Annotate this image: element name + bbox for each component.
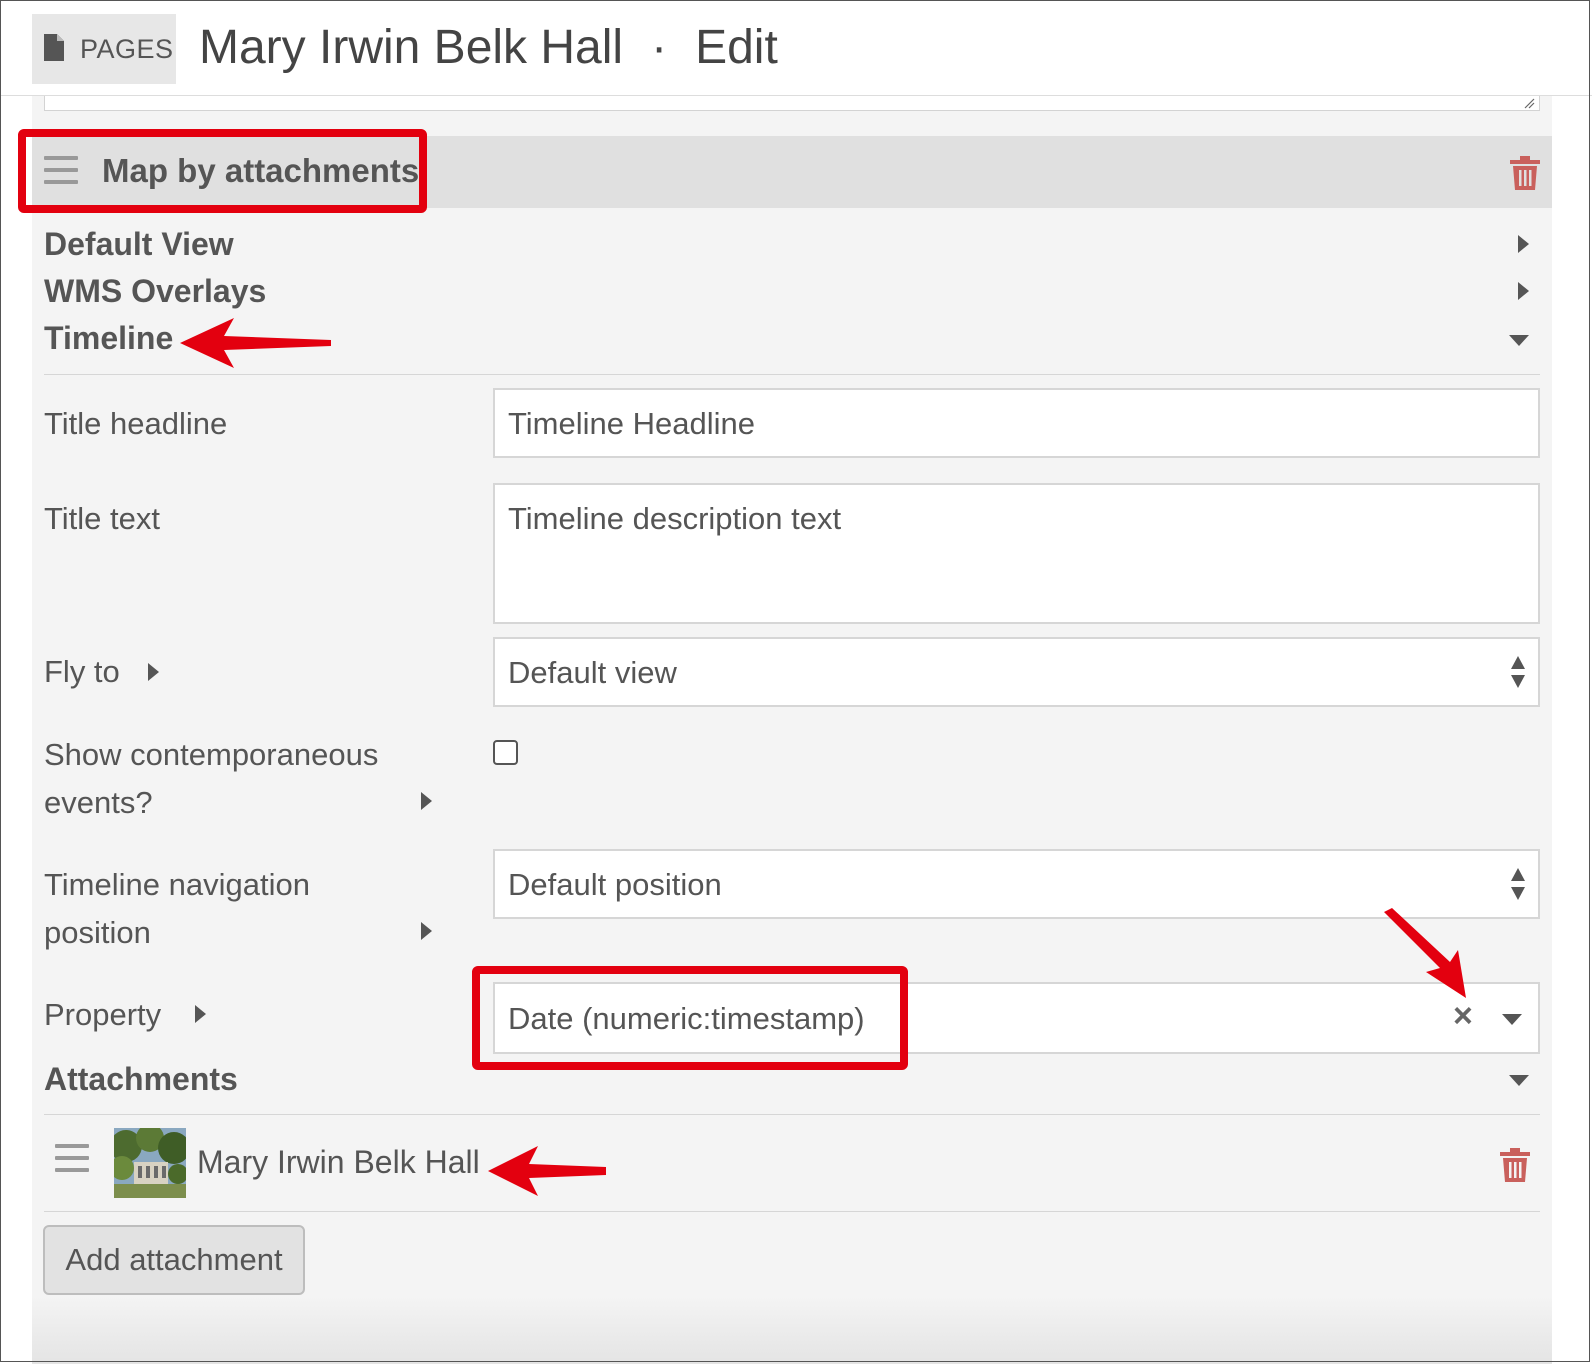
section-timeline[interactable]: Timeline	[44, 320, 173, 357]
info-expand-icon[interactable]	[148, 663, 159, 681]
divider	[44, 1114, 1540, 1115]
previous-textarea[interactable]	[44, 96, 1540, 111]
contemporaneous-checkbox[interactable]	[493, 740, 518, 765]
fly-to-value: Default view	[508, 655, 677, 690]
highlight-box-property-value	[472, 966, 908, 1070]
document-icon	[44, 34, 64, 61]
pages-nav-button[interactable]: PAGES	[32, 14, 176, 84]
fly-to-select[interactable]: Default view	[493, 637, 1540, 707]
collapse-down-icon[interactable]	[1509, 1075, 1529, 1086]
attachment-thumbnail	[114, 1128, 186, 1198]
panel-bottom-shade	[32, 1296, 1552, 1364]
annotation-arrow-icon	[180, 318, 331, 368]
nav-position-label-line1: Timeline navigation	[44, 867, 310, 902]
select-updown-icon	[1511, 656, 1525, 688]
title-separator: ·	[651, 21, 668, 74]
info-expand-icon[interactable]	[421, 792, 432, 810]
expand-right-icon[interactable]	[1518, 282, 1529, 300]
page-mode: Edit	[695, 21, 778, 74]
title-text-textarea[interactable]: Timeline description text	[493, 483, 1540, 624]
title-text-label: Title text	[44, 501, 160, 536]
section-wms-overlays[interactable]: WMS Overlays	[44, 273, 266, 310]
contemporaneous-label-line2: events?	[44, 785, 153, 820]
nav-position-label-line2: position	[44, 915, 151, 950]
annotation-arrow-icon	[1384, 908, 1466, 998]
attachment-name[interactable]: Mary Irwin Belk Hall	[197, 1144, 480, 1181]
dropdown-chevron-icon[interactable]	[1502, 1014, 1522, 1025]
property-label: Property	[44, 997, 162, 1032]
nav-position-value: Default position	[508, 867, 722, 902]
title-headline-label: Title headline	[44, 406, 228, 441]
trash-icon[interactable]	[1500, 1148, 1530, 1182]
fly-to-label: Fly to	[44, 654, 120, 689]
pages-label: PAGES	[80, 34, 174, 64]
section-default-view[interactable]: Default View	[44, 226, 234, 263]
select-updown-icon	[1511, 868, 1525, 900]
expand-right-icon[interactable]	[1518, 235, 1529, 253]
divider	[44, 374, 1540, 375]
divider	[44, 1211, 1540, 1212]
editor-panel: Map by attachments Default View WMS Over…	[32, 96, 1552, 1364]
resize-grip-icon[interactable]	[1523, 97, 1535, 109]
add-attachment-button[interactable]: Add attachment	[43, 1225, 305, 1295]
trash-icon[interactable]	[1510, 156, 1540, 190]
section-attachments[interactable]: Attachments	[44, 1061, 238, 1098]
info-expand-icon[interactable]	[421, 922, 432, 940]
info-expand-icon[interactable]	[195, 1005, 206, 1023]
contemporaneous-label-line1: Show contemporaneous	[44, 737, 379, 772]
page-name: Mary Irwin Belk Hall	[199, 21, 624, 74]
highlight-box-block-title	[18, 129, 427, 213]
title-text-value: Timeline description text	[508, 501, 842, 536]
title-headline-input[interactable]: Timeline Headline	[493, 388, 1540, 458]
drag-handle-icon[interactable]	[55, 1144, 89, 1172]
title-headline-value: Timeline Headline	[508, 406, 755, 441]
page-title: Mary Irwin Belk Hall · Edit	[199, 20, 778, 75]
collapse-down-icon[interactable]	[1509, 335, 1529, 346]
annotation-arrow-icon	[488, 1146, 606, 1196]
clear-selection-icon[interactable]: ×	[1453, 997, 1473, 1036]
page-header: PAGES Mary Irwin Belk Hall · Edit	[0, 0, 1592, 96]
